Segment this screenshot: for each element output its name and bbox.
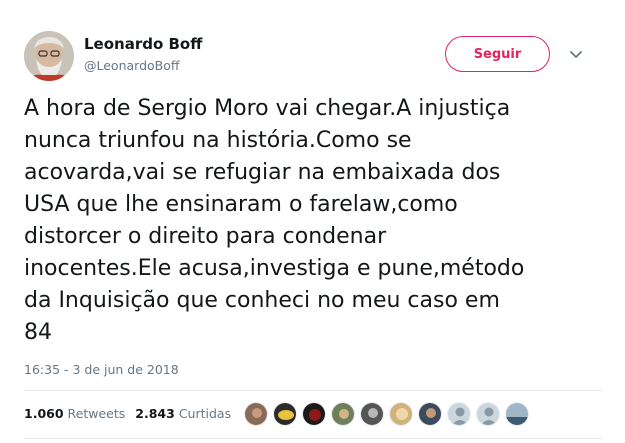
likes-count[interactable]: 2.843 <box>135 406 175 421</box>
liker-avatar[interactable] <box>447 402 471 426</box>
likes-label[interactable]: Curtidas <box>179 406 231 421</box>
divider <box>24 438 602 439</box>
tweet-timestamp[interactable]: 16:35 - 3 de jun de 2018 <box>24 362 179 377</box>
username[interactable]: @LeonardoBoff <box>84 58 180 73</box>
avatar[interactable] <box>24 31 74 81</box>
liker-avatar[interactable] <box>476 402 500 426</box>
likers-list <box>244 402 529 426</box>
liker-avatar[interactable] <box>360 402 384 426</box>
liker-avatar[interactable] <box>244 402 268 426</box>
tweet-stats: 1.060 Retweets 2.843 Curtidas <box>24 406 237 421</box>
liker-avatar[interactable] <box>273 402 297 426</box>
chevron-down-icon[interactable] <box>566 44 586 64</box>
liker-avatar[interactable] <box>418 402 442 426</box>
retweets-label[interactable]: Retweets <box>68 406 126 421</box>
liker-avatar[interactable] <box>505 402 529 426</box>
display-name[interactable]: Leonardo Boff <box>84 35 202 53</box>
liker-avatar[interactable] <box>302 402 326 426</box>
tweet-text: A hora de Sergio Moro vai chegar.A injus… <box>24 96 525 345</box>
liker-avatar[interactable] <box>389 402 413 426</box>
divider <box>24 390 602 391</box>
retweets-count[interactable]: 1.060 <box>24 406 64 421</box>
follow-button[interactable]: Seguir <box>445 36 550 72</box>
liker-avatar[interactable] <box>331 402 355 426</box>
